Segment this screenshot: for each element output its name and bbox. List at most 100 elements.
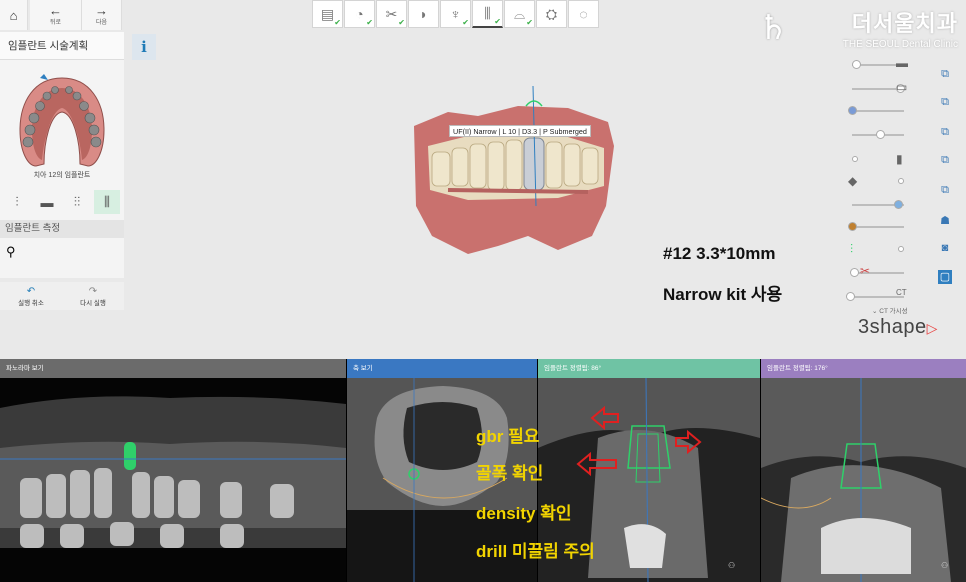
slider-row[interactable]: ◆: [846, 174, 926, 192]
guided-implant-tool-button[interactable]: ⫼: [94, 190, 120, 214]
caliper-icon: ⚲: [6, 244, 16, 259]
slider-knob[interactable]: [898, 246, 904, 252]
slider-row[interactable]: [846, 102, 926, 120]
slider-knob[interactable]: [898, 178, 904, 184]
next-label: 다음: [95, 20, 108, 26]
step-tools[interactable]: ✂ ✔: [376, 0, 407, 28]
annotation-drill: drill 미끌림 주의: [476, 542, 595, 561]
view-mode-icon[interactable]: ▢: [938, 270, 952, 284]
undo-label: 실행 취소: [18, 299, 44, 307]
implant-tooltip: UF(II) Narrow | L 10 | D3.3 | P Submerge…: [449, 125, 591, 137]
step-guide[interactable]: ⌓ ✔: [504, 0, 535, 28]
dental-3d-model[interactable]: [408, 86, 618, 258]
home-button[interactable]: ⌂: [0, 0, 28, 30]
copy-view-icon[interactable]: ⧉: [938, 154, 952, 168]
panorama-view[interactable]: [0, 378, 346, 582]
scan-lower-icon: ▭: [896, 80, 908, 94]
slider-row[interactable]: ▭: [846, 80, 926, 98]
logo-triangle-icon: ▷: [926, 320, 938, 336]
implant-icon: ⫶: [850, 242, 854, 256]
logo-text: 3shape: [858, 316, 927, 338]
copy-view-icon[interactable]: ⧉: [938, 96, 952, 110]
info-button[interactable]: i: [132, 34, 156, 60]
check-icon: ✔: [366, 18, 373, 27]
copy-view-icon[interactable]: ⧉: [938, 68, 952, 82]
slider-row[interactable]: [846, 126, 926, 144]
top-bar: ⌂ ← 뒤로 → 다음 ▤ ✔ ◔ ✔ ✂ ✔ ◗ ♆ ✔ ⫼ ✔ ⌓ ✔ ⛭ ◌ ♄ 더서…: [0, 0, 966, 50]
orientation-cube-icon: ⚇: [728, 561, 735, 570]
step-implant[interactable]: ⫼ ✔: [472, 0, 503, 28]
section-implant-measure: 임플란트 측정: [0, 220, 124, 238]
implant-icon: ⫶: [15, 194, 19, 209]
guide-icon: ⌓: [513, 5, 526, 22]
view-header-implant-176: 임플란트 정렬됨: 176°: [761, 359, 966, 378]
check-icon: ✔: [398, 18, 405, 27]
panel-title: 임플란트 시술계획: [0, 32, 124, 60]
step-tooth-crown[interactable]: ◗: [408, 0, 439, 28]
copy-view-icon[interactable]: ⧉: [938, 126, 952, 140]
slider-knob[interactable]: [852, 156, 858, 162]
arrow-left-icon: ←: [49, 3, 62, 18]
step-guide-design[interactable]: ⛭: [536, 0, 567, 28]
slider-knob[interactable]: [894, 200, 903, 209]
slider-knob[interactable]: [848, 106, 857, 115]
abutment-icon: ▬: [40, 194, 54, 210]
check-icon: ✔: [526, 18, 533, 27]
view-header-axial: 축 보기: [347, 359, 537, 378]
check-icon: ✔: [494, 17, 501, 26]
measure-tool-button[interactable]: ⚲: [6, 244, 26, 270]
implant-planning-app: ⌂ ← 뒤로 → 다음 ▤ ✔ ◔ ✔ ✂ ✔ ◗ ♆ ✔ ⫼ ✔ ⌓ ✔ ⛭ ◌ ♄ 더서…: [0, 0, 966, 582]
redo-icon: ↷: [88, 285, 98, 297]
alignment-icon: ◔: [355, 6, 364, 22]
back-button[interactable]: ← 뒤로: [30, 0, 82, 30]
left-panel: 임플란트 시술계획 치아 12의 임플란트 ⫶ ▬ ⫶⫶ ⫼ 임플란트 측정 ⚲: [0, 32, 124, 278]
redo-label: 다시 실행: [80, 299, 106, 307]
upper-jaw-thumbnail[interactable]: [14, 72, 110, 170]
step-tooth-setup[interactable]: ♆ ✔: [440, 0, 471, 28]
abutment-icon: ▮: [896, 152, 903, 166]
slider-row[interactable]: [846, 218, 926, 236]
slider-row[interactable]: ▬: [846, 56, 926, 74]
ct-visibility-toggle[interactable]: ⌄ CT 가시성: [872, 305, 908, 315]
slider-row[interactable]: [846, 196, 926, 214]
slider-row[interactable]: ✂: [846, 264, 926, 282]
camera-icon[interactable]: ◙: [938, 242, 952, 256]
tooth-view-icon[interactable]: ☗: [938, 214, 952, 228]
3shape-logo: 3shape▷: [858, 316, 938, 339]
step-alignment[interactable]: ◔ ✔: [344, 0, 375, 28]
implant-tool-button[interactable]: ⫶: [4, 190, 30, 214]
next-button[interactable]: → 다음: [82, 0, 122, 30]
arrow-right-icon: →: [95, 3, 108, 18]
annotation-density: density 확인: [476, 504, 572, 523]
slider-row[interactable]: CT: [846, 288, 926, 306]
abutment-tool-button[interactable]: ▬: [34, 190, 60, 214]
multi-implant-tool-button[interactable]: ⫶⫶: [64, 190, 90, 214]
slider-knob[interactable]: [876, 130, 885, 139]
implant-size-note: #12 3.3*10mm: [663, 244, 776, 263]
slider-row[interactable]: ⫶: [846, 242, 926, 260]
step-scan-import[interactable]: ▤ ✔: [312, 0, 343, 28]
workflow-steps: ▤ ✔ ◔ ✔ ✂ ✔ ◗ ♆ ✔ ⫼ ✔ ⌓ ✔ ⛭ ◌: [312, 0, 600, 28]
redo-button[interactable]: ↷ 다시 실행: [62, 282, 124, 310]
implant-view-176[interactable]: ⚇: [761, 378, 966, 582]
guided-implant-icon: ⫼: [104, 194, 110, 209]
multi-implant-icon: ⫶⫶: [73, 194, 81, 209]
undo-redo-bar: ↶ 실행 취소 ↷ 다시 실행: [0, 282, 124, 310]
slider-knob[interactable]: [852, 60, 861, 69]
slider-row[interactable]: ▮: [846, 152, 926, 170]
scan-import-icon: ▤: [320, 5, 335, 22]
step-export[interactable]: ◌: [568, 0, 599, 28]
undo-button[interactable]: ↶ 실행 취소: [0, 282, 62, 310]
export-icon: ◌: [579, 6, 588, 22]
tools-icon: ✂: [385, 5, 398, 22]
slider-knob[interactable]: [850, 268, 859, 277]
annotation-gbr: gbr 필요: [476, 427, 540, 446]
view-header-implant-86: 임플란트 정렬됨: 86°: [538, 359, 760, 378]
crown-icon: ◆: [848, 174, 858, 188]
copy-view-icon[interactable]: ⧉: [938, 184, 952, 198]
slider-knob[interactable]: [848, 222, 857, 231]
tooth-logo-icon: ♄: [758, 8, 789, 48]
back-label: 뒤로: [49, 20, 62, 26]
slider-knob[interactable]: [846, 292, 855, 301]
view-header-panorama: 파노라마 보기: [0, 359, 346, 378]
